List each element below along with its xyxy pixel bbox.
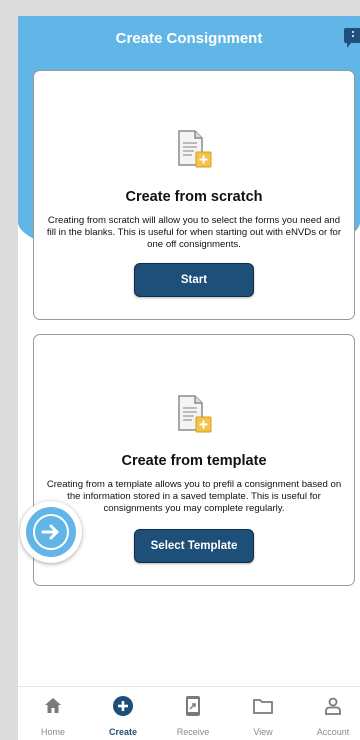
- bottom-navigation: Home Create Receive View Account: [18, 686, 360, 740]
- nav-item-home[interactable]: Home: [18, 687, 88, 740]
- start-button[interactable]: Start: [134, 263, 254, 297]
- nav-label: View: [253, 727, 273, 737]
- receive-tablet-icon: [182, 695, 204, 717]
- nav-label: Account: [316, 727, 350, 737]
- nav-item-create[interactable]: Create: [88, 687, 158, 740]
- nav-label: Home: [40, 727, 65, 737]
- card-description: Creating from scratch will allow you to …: [46, 215, 342, 250]
- nav-label: Receive: [176, 727, 210, 737]
- user-icon: [322, 695, 344, 717]
- nav-item-view[interactable]: View: [228, 687, 298, 740]
- card-title: Create from template: [121, 453, 267, 469]
- chat-icon-dot: [352, 31, 354, 33]
- folder-icon: [252, 695, 274, 717]
- create-consignment-screen: Create Consignment Create from scratch C…: [18, 16, 360, 740]
- chat-icon[interactable]: [344, 28, 360, 48]
- new-document-icon: [178, 130, 212, 168]
- arrow-right-icon: [33, 514, 69, 550]
- next-arrow-button-inner: [26, 507, 76, 557]
- nav-label: Create: [108, 727, 137, 737]
- nav-item-receive[interactable]: Receive: [158, 687, 228, 740]
- card-description: Creating from a template allows you to p…: [46, 479, 342, 514]
- plus-circle-icon: [112, 695, 134, 717]
- nav-item-account[interactable]: Account: [298, 687, 360, 740]
- page-title: Create Consignment: [115, 30, 263, 47]
- create-from-scratch-card: Create from scratch Creating from scratc…: [33, 70, 355, 320]
- select-template-button[interactable]: Select Template: [134, 529, 254, 563]
- home-icon: [42, 695, 64, 717]
- next-arrow-button[interactable]: [20, 501, 82, 563]
- chat-icon-dot: [352, 35, 354, 37]
- new-document-icon: [178, 395, 212, 433]
- card-title: Create from scratch: [125, 189, 263, 205]
- create-from-template-card: Create from template Creating from a tem…: [33, 334, 355, 586]
